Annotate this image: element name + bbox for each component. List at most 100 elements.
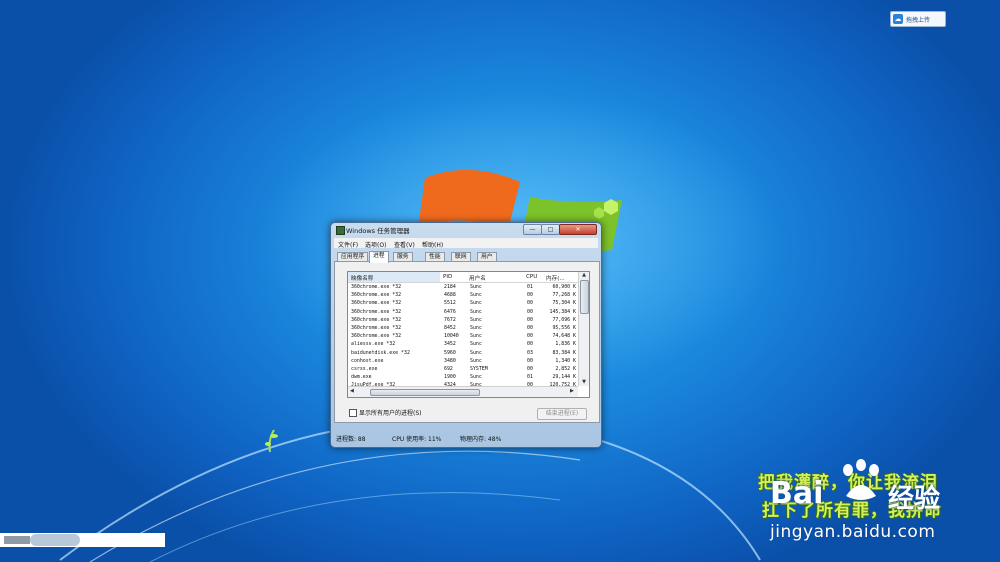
- cell-cpu: 01: [527, 284, 533, 290]
- cell-cpu: 03: [527, 349, 533, 356]
- table-row[interactable]: 360chrome.exe *32 10040 Sunc 00 74,648 K: [348, 332, 578, 340]
- cell-username: Sunc: [470, 333, 482, 340]
- cell-image-name: csrss.exe: [351, 365, 378, 372]
- table-row[interactable]: 360chrome.exe *32 4688 Sunc 00 77,268 K: [348, 291, 578, 299]
- cell-username: SYSTEM: [470, 365, 488, 372]
- cell-image-name: 360chrome.exe *32: [351, 324, 402, 331]
- cell-cpu: 00: [527, 341, 533, 348]
- cell-memory: 1,836 K: [555, 341, 576, 348]
- cell-image-name: 360chrome.exe *32: [351, 300, 402, 307]
- cell-pid: 3452: [444, 341, 456, 348]
- cell-memory: 74,648 K: [552, 333, 576, 340]
- cell-username: Sunc: [470, 284, 482, 290]
- task-manager-window[interactable]: Windows 任务管理器 — □ ✕ 文件(F) 选项(O) 查看(V) 帮助…: [330, 222, 602, 448]
- drag-upload-label: 拖拽上传: [906, 16, 931, 24]
- cell-username: Sunc: [470, 349, 482, 356]
- task-manager-icon: [336, 226, 345, 235]
- processes-panel: 映像名称 PID 用户名 CPU 内存(... 360chrome.exe *3…: [334, 261, 600, 423]
- table-row[interactable]: baidunetdisk.exe *32 5960 Sunc 03 83,384 K: [348, 349, 578, 357]
- col-pid[interactable]: PID: [443, 274, 452, 280]
- cell-username: Sunc: [470, 308, 482, 315]
- table-row[interactable]: dwm.exe 1900 Sunc 01 29,144 K: [348, 373, 578, 381]
- horizontal-scroll-thumb[interactable]: [370, 389, 480, 396]
- taskbar-thumbnail: [4, 536, 30, 544]
- column-header-row: 映像名称 PID 用户名 CPU 内存(...: [348, 272, 578, 283]
- vertical-scroll-thumb[interactable]: [580, 280, 589, 314]
- checkbox-box[interactable]: [349, 408, 357, 417]
- horizontal-scrollbar[interactable]: ◀ ▶: [348, 386, 578, 397]
- taskbar-overlay: [0, 533, 165, 547]
- col-memory[interactable]: 内存(...: [546, 274, 565, 282]
- close-button[interactable]: ✕: [559, 224, 597, 235]
- minimize-button[interactable]: —: [523, 224, 542, 235]
- cell-image-name: 360chrome.exe *32: [351, 308, 402, 315]
- table-row[interactable]: 360chrome.exe *32 8452 Sunc 00 95,556 K: [348, 324, 578, 332]
- menu-help[interactable]: 帮助(H): [422, 240, 443, 249]
- scroll-up-arrow-icon[interactable]: ▲: [579, 272, 589, 279]
- cell-pid: 8452: [444, 324, 456, 331]
- cell-image-name: 360chrome.exe *32: [351, 333, 402, 340]
- baidu-watermark: 把我灌醉，你让我流泪 扛下了所有罪，我拼命 Bai 经验 jingyan.bai…: [748, 459, 1000, 562]
- vertical-scrollbar[interactable]: ▲ ▼: [578, 272, 589, 386]
- drag-upload-button[interactable]: ☁ 拖拽上传: [890, 11, 946, 27]
- cell-cpu: 00: [527, 316, 533, 323]
- table-row[interactable]: 360chrome.exe *32 6476 Sunc 00 145,384 K: [348, 308, 578, 316]
- menu-bar: 文件(F) 选项(O) 查看(V) 帮助(H): [334, 238, 598, 249]
- menu-view[interactable]: 查看(V): [394, 240, 415, 249]
- cell-memory: 75,304 K: [552, 300, 576, 307]
- menu-options[interactable]: 选项(O): [365, 240, 386, 249]
- cell-cpu: 01: [527, 374, 533, 381]
- tab-processes[interactable]: 进程: [369, 251, 389, 263]
- watermark-url: jingyan.baidu.com: [770, 522, 936, 542]
- cell-pid: 2184: [444, 284, 456, 290]
- maximize-button[interactable]: □: [541, 224, 560, 235]
- process-rows: 360chrome.exe *32 2184 Sunc 01 60,900 K 360ch…: [348, 283, 578, 397]
- table-row[interactable]: conhost.exe 3480 Sunc 00 1,340 K: [348, 357, 578, 365]
- cell-pid: 4688: [444, 292, 456, 299]
- col-cpu[interactable]: CPU: [526, 274, 537, 280]
- watermark-brand: Bai: [770, 476, 824, 511]
- cell-image-name: 360chrome.exe *32: [351, 292, 402, 299]
- cell-pid: 1900: [444, 374, 456, 381]
- table-row[interactable]: csrss.exe 692 SYSTEM 00 2,852 K: [348, 365, 578, 373]
- desktop: ☁ 拖拽上传 把我灌醉，你让我流泪 扛下了所有罪，我拼命 Bai 经验 jing…: [0, 0, 1000, 562]
- cell-memory: 95,556 K: [552, 324, 576, 331]
- cell-image-name: baidunetdisk.exe *32: [351, 349, 410, 356]
- table-row[interactable]: 360chrome.exe *32 7672 Sunc 00 77,096 K: [348, 316, 578, 324]
- table-row[interactable]: aliessv.exe *32 3452 Sunc 00 1,836 K: [348, 340, 578, 348]
- cell-memory: 29,144 K: [552, 374, 576, 381]
- taskbar-blur: [30, 534, 80, 546]
- baidu-paw-icon: [843, 459, 879, 500]
- cell-username: Sunc: [470, 292, 482, 299]
- cell-memory: 77,096 K: [552, 316, 576, 323]
- cell-cpu: 00: [527, 333, 533, 340]
- process-list[interactable]: 映像名称 PID 用户名 CPU 内存(... 360chrome.exe *3…: [347, 271, 590, 398]
- cell-cpu: 00: [527, 324, 533, 331]
- table-row[interactable]: 360chrome.exe *32 5512 Sunc 00 75,304 K: [348, 299, 578, 307]
- cell-image-name: aliessv.exe *32: [351, 341, 396, 348]
- cell-memory: 60,900 K: [552, 284, 576, 290]
- scroll-right-arrow-icon[interactable]: ▶: [570, 388, 574, 394]
- col-image-name[interactable]: 映像名称: [348, 272, 440, 282]
- cell-cpu: 00: [527, 357, 533, 364]
- cell-username: Sunc: [470, 300, 482, 307]
- cell-cpu: 00: [527, 365, 533, 372]
- cell-username: Sunc: [470, 324, 482, 331]
- cell-image-name: conhost.exe: [351, 357, 384, 364]
- table-row[interactable]: 360chrome.exe *32 2184 Sunc 01 60,900 K: [348, 283, 578, 291]
- cell-pid: 6476: [444, 308, 456, 315]
- scroll-left-arrow-icon[interactable]: ◀: [350, 388, 354, 394]
- cell-cpu: 00: [527, 308, 533, 315]
- cell-pid: 10040: [444, 333, 459, 340]
- cell-pid: 7672: [444, 316, 456, 323]
- scroll-down-arrow-icon[interactable]: ▼: [579, 379, 589, 386]
- col-username[interactable]: 用户名: [469, 274, 486, 282]
- show-all-users-checkbox[interactable]: 显示所有用户的进程(S): [349, 408, 422, 417]
- show-all-users-label: 显示所有用户的进程(S): [359, 410, 422, 417]
- end-process-button[interactable]: 结束进程(E): [537, 408, 587, 420]
- menu-file[interactable]: 文件(F): [338, 240, 358, 249]
- title-bar[interactable]: Windows 任务管理器 — □ ✕: [331, 223, 601, 237]
- cell-username: Sunc: [470, 357, 482, 364]
- cell-image-name: dwm.exe: [351, 374, 372, 381]
- status-bar: 进程数: 88 CPU 使用率: 11% 物理内存: 48%: [334, 432, 598, 443]
